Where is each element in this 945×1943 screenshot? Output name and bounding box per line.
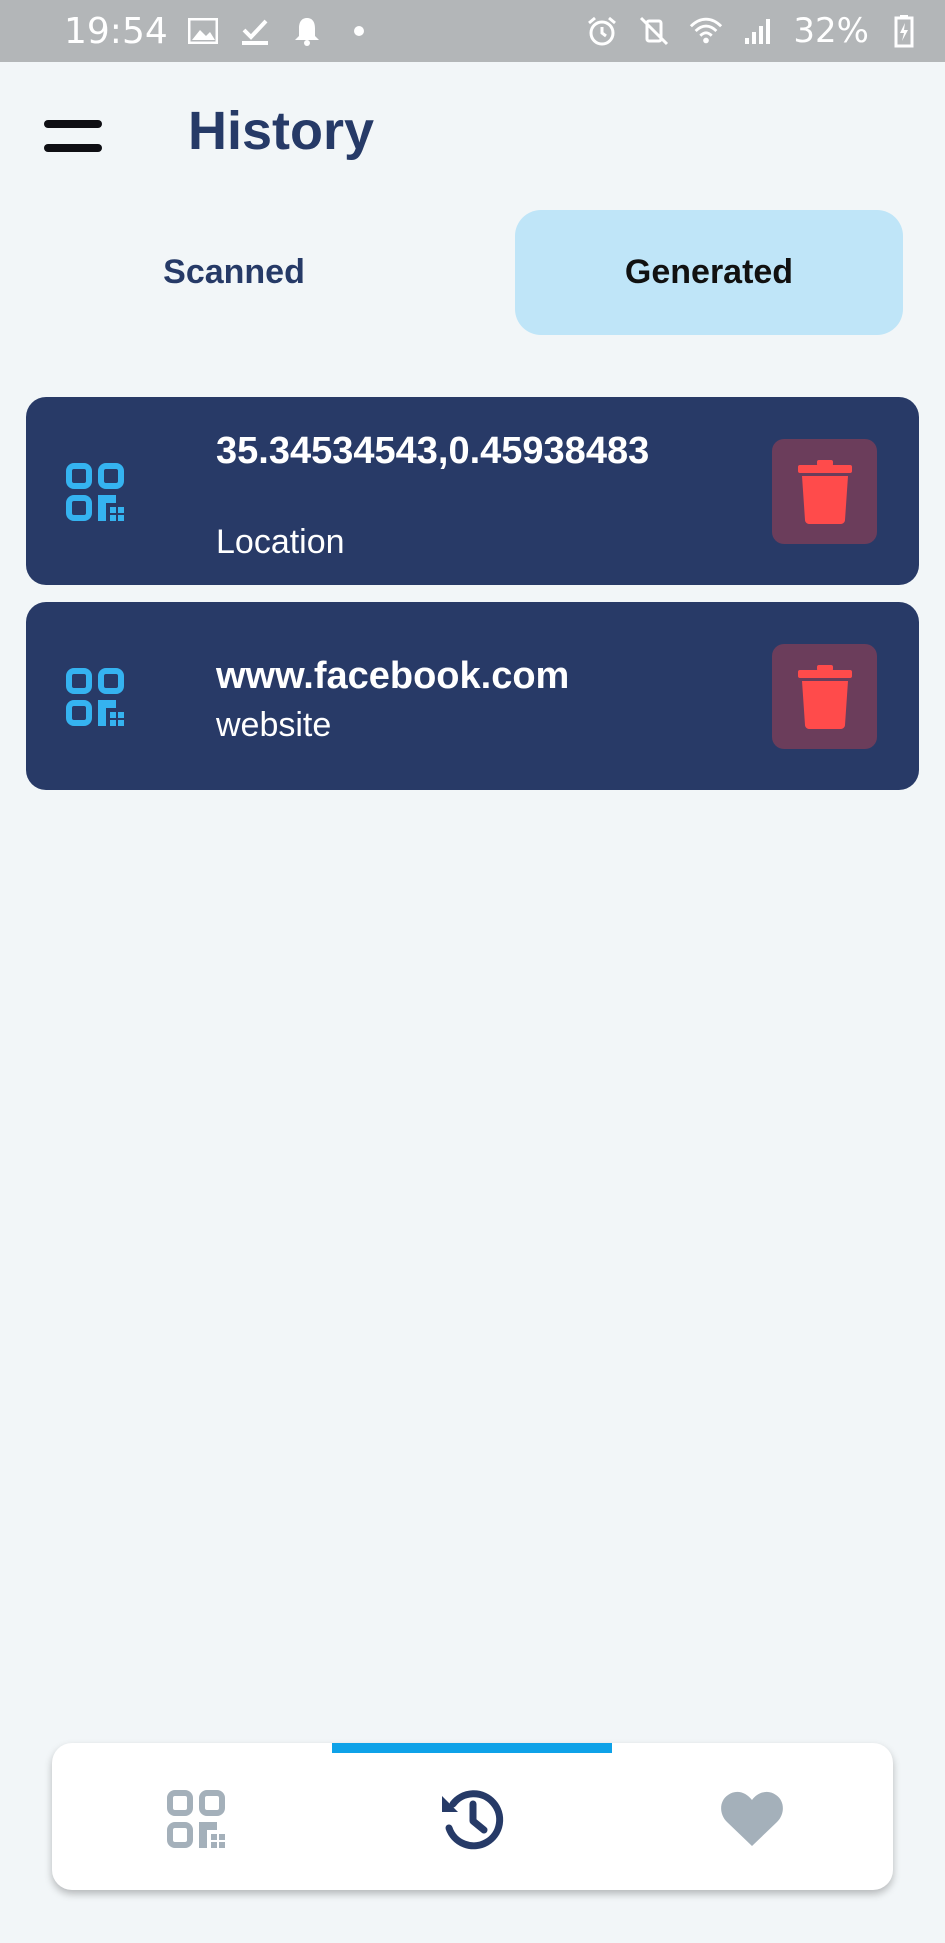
- menu-line: [44, 144, 102, 152]
- image-notification-icon: [186, 14, 220, 48]
- tab-generated[interactable]: Generated: [515, 210, 903, 335]
- history-item-type: Location: [216, 523, 345, 561]
- battery-percent: 32%: [793, 11, 869, 51]
- nav-history-button[interactable]: [436, 1783, 508, 1855]
- download-done-icon: [238, 14, 272, 48]
- trash-icon: [797, 459, 852, 524]
- history-item[interactable]: 35.34534543,0.45938483 Location: [26, 397, 919, 585]
- status-bar: 19:54 32%: [0, 0, 945, 62]
- tab-scanned[interactable]: Scanned: [40, 210, 428, 335]
- menu-line: [44, 120, 102, 128]
- dot-icon: [342, 14, 376, 48]
- hamburger-menu-icon[interactable]: [44, 120, 102, 152]
- history-item-title: www.facebook.com: [216, 655, 570, 697]
- bottom-nav: [52, 1743, 893, 1890]
- history-icon: [442, 1790, 504, 1850]
- status-bar-right: 32%: [585, 11, 921, 51]
- page-title: History: [188, 101, 375, 161]
- history-item[interactable]: www.facebook.com website: [26, 602, 919, 790]
- active-tab-indicator: [332, 1743, 612, 1753]
- qr-code-icon: [66, 463, 124, 521]
- history-item-type: website: [216, 706, 332, 744]
- status-time: 19:54: [64, 10, 168, 52]
- delete-button[interactable]: [772, 439, 877, 544]
- history-screen: 19:54 32% History Scanned Generated 35.3…: [0, 0, 945, 1943]
- bell-icon: [290, 14, 324, 48]
- alarm-icon: [585, 14, 619, 48]
- qr-code-icon: [66, 668, 124, 726]
- status-bar-left: 19:54: [64, 11, 376, 52]
- trash-icon: [797, 664, 852, 729]
- nav-favorites-button[interactable]: [716, 1783, 788, 1855]
- wifi-icon: [689, 14, 723, 48]
- signal-icon: [741, 14, 775, 48]
- vibrate-mute-icon: [637, 14, 671, 48]
- battery-charging-icon: [887, 14, 921, 48]
- qr-code-icon: [167, 1790, 225, 1848]
- nav-scan-button[interactable]: [160, 1783, 232, 1855]
- history-item-title: 35.34534543,0.45938483: [216, 430, 650, 472]
- delete-button[interactable]: [772, 644, 877, 749]
- heart-icon: [721, 1791, 783, 1846]
